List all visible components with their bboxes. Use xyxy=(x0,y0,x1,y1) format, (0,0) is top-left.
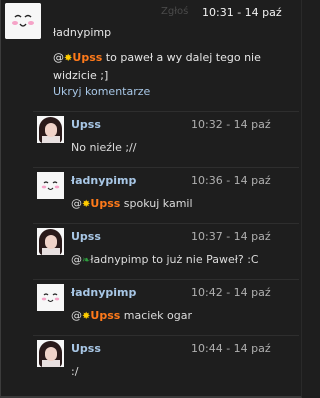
avatar-ladnypimp[interactable] xyxy=(5,3,41,39)
reply-body: @❧ładnypimp to już nie Paweł? :C xyxy=(71,253,259,266)
mention-at: @ xyxy=(71,309,82,322)
reply-item: Upss 10:37 - 14 paź @❧ładnypimp to już n… xyxy=(33,223,299,279)
reply-item: ładnypimp 10:42 - 14 paź @✸Upss maciek o… xyxy=(33,279,299,335)
reply-body: @✸Upss spokuj kamil xyxy=(71,197,193,210)
reply-author[interactable]: Upss xyxy=(71,342,101,355)
mention-at: @ xyxy=(53,51,64,64)
post-timestamp: 10:31 - 14 paź xyxy=(202,6,282,19)
reply-text: No nieźle ;// xyxy=(71,141,137,154)
mention-at: @ xyxy=(71,197,82,210)
reply-item: Upss 10:32 - 14 paź No nieźle ;// xyxy=(33,111,299,167)
post-body: @✸Upss to paweł a wy dalej tego nie widz… xyxy=(53,49,297,84)
reply-text: spokuj kamil xyxy=(123,197,193,210)
hide-comments-link[interactable]: Ukryj komentarze xyxy=(53,85,150,98)
reply-author[interactable]: ładnypimp xyxy=(71,174,136,187)
reply-author[interactable]: Upss xyxy=(71,118,101,131)
avatar-upss[interactable] xyxy=(37,228,64,255)
reply-timestamp: 10:37 - 14 paź xyxy=(191,230,271,243)
reply-body: @✸Upss maciek ogar xyxy=(71,309,192,322)
mention-user[interactable]: Upss xyxy=(72,51,102,64)
report-link[interactable]: Zgłoś xyxy=(161,6,188,17)
reply-author[interactable]: Upss xyxy=(71,230,101,243)
avatar-ladnypimp[interactable] xyxy=(37,284,64,311)
mention-at: @ xyxy=(71,253,82,266)
reply-text: maciek ogar xyxy=(123,309,192,322)
reply-item: Upss 10:44 - 14 paź :/ xyxy=(33,335,299,391)
reply-timestamp: 10:42 - 14 paź xyxy=(191,286,271,299)
mention-user[interactable]: Upss xyxy=(90,197,120,210)
mention-user[interactable]: Upss xyxy=(90,309,120,322)
reply-timestamp: 10:44 - 14 paź xyxy=(191,342,271,355)
reply-timestamp: 10:32 - 14 paź xyxy=(191,118,271,131)
reply-author[interactable]: ładnypimp xyxy=(71,286,136,299)
avatar-ladnypimp[interactable] xyxy=(37,172,64,199)
kawaii-face-icon xyxy=(5,3,41,39)
avatar-upss[interactable] xyxy=(37,340,64,367)
avatar-upss[interactable] xyxy=(37,116,64,143)
kawaii-face-icon xyxy=(37,172,64,199)
reply-timestamp: 10:36 - 14 paź xyxy=(191,174,271,187)
reply-text: :/ xyxy=(71,365,79,378)
reply-text: ładnypimp to już nie Paweł? :C xyxy=(90,253,259,266)
kawaii-face-icon xyxy=(37,284,64,311)
post-author[interactable]: ładnypimp xyxy=(53,26,111,39)
comment-thread: Zgłoś 10:31 - 14 paź ładnypimp @✸Upss to… xyxy=(0,0,302,398)
reply-item: ładnypimp 10:36 - 14 paź @✸Upss spokuj k… xyxy=(33,167,299,223)
